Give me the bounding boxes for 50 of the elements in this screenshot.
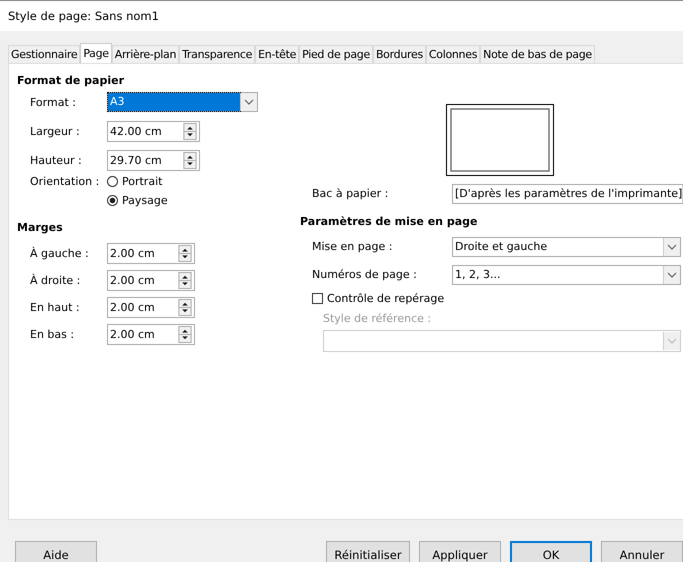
checkbox[interactable]: Contrôle de repérage <box>312 292 683 305</box>
section-heading: Paramètres de mise en page <box>300 215 478 230</box>
format-dropdown[interactable]: A3 <box>107 92 258 112</box>
reference-style-dropdown[interactable] <box>323 330 681 352</box>
dialog-button[interactable]: OK <box>510 541 592 562</box>
spin-arrows-icon <box>178 326 192 342</box>
section-heading: Format de papier <box>17 74 126 89</box>
field-label: Bac à papier : <box>312 187 390 200</box>
radio-option[interactable]: Paysage <box>107 194 168 207</box>
tab[interactable]: Note de bas de page <box>480 45 595 63</box>
spin-arrows-icon <box>183 122 197 140</box>
paper-tray-dropdown[interactable]: [D'après les paramètres de l'imprimante] <box>452 184 683 204</box>
window-title: Style de page: Sans nom1 <box>8 9 159 23</box>
tab[interactable]: Colonnes <box>426 45 480 63</box>
tab[interactable]: Gestionnaire <box>8 45 80 63</box>
spin-field[interactable]: 2.00 cm <box>107 324 195 344</box>
spin-arrows-icon <box>178 298 192 316</box>
field-label: Format : <box>30 96 77 108</box>
spin-field[interactable]: 2.00 cm <box>107 296 195 318</box>
spin-arrows-icon <box>178 244 192 262</box>
field-label: En haut : <box>30 300 81 314</box>
field-label: En bas : <box>30 328 76 340</box>
spin-arrows-icon <box>183 152 197 168</box>
tab[interactable]: Arrière-plan <box>112 45 180 63</box>
spin-field[interactable]: 2.00 cm <box>107 242 195 264</box>
dialog-button[interactable]: Annuler <box>601 541 683 562</box>
field-label: Hauteur : <box>30 154 83 166</box>
tab[interactable]: Pied de page <box>299 45 373 63</box>
dialog-button[interactable]: Aide <box>15 541 97 562</box>
field-label: Style de référence : <box>323 312 432 325</box>
field-label: À droite : <box>30 274 82 286</box>
spin-arrows-icon <box>178 272 192 288</box>
dropdown[interactable]: Droite et gauche <box>452 236 681 256</box>
tab[interactable]: En-tête <box>255 45 300 63</box>
radio-option[interactable]: Portrait <box>107 175 168 188</box>
field-label: Largeur : <box>30 124 81 138</box>
spin-field[interactable]: 2.00 cm <box>107 270 195 290</box>
tab[interactable]: Bordures <box>372 45 426 63</box>
dialog-button[interactable]: Appliquer <box>419 541 501 562</box>
spin-field[interactable]: 42.00 cm <box>107 120 200 142</box>
field-label: Numéros de page : <box>312 268 418 281</box>
field-label: Orientation : <box>30 175 100 188</box>
spin-field[interactable]: 29.70 cm <box>107 150 200 170</box>
tab[interactable]: Transparence <box>179 45 256 63</box>
dialog-button[interactable]: Réinitialiser <box>326 541 410 562</box>
field-label: À gauche : <box>30 246 90 260</box>
field-label: Mise en page : <box>312 240 394 253</box>
dropdown[interactable]: 1, 2, 3... <box>452 264 681 284</box>
tab[interactable]: Page <box>80 43 112 63</box>
section-heading: Marges <box>17 221 64 236</box>
